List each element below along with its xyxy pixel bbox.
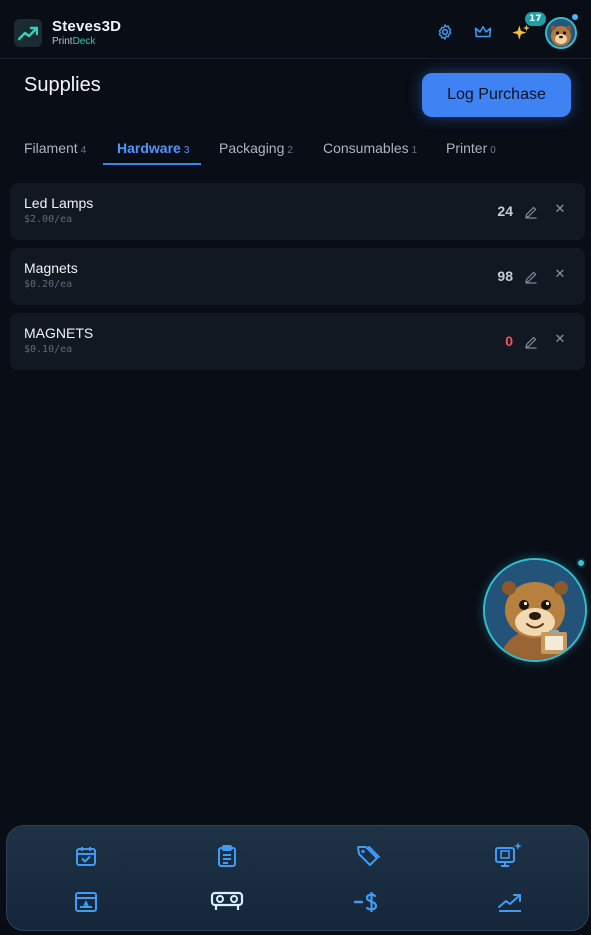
item-price: $0.10/ea [24,344,73,355]
avatar[interactable] [545,17,577,49]
tab-count: 0 [490,145,496,156]
printer-board-icon[interactable] [70,886,102,918]
tab-count: 1 [411,145,418,156]
tab-label: Hardware [117,140,181,156]
tab-count: 4 [80,145,87,156]
category-tabs: Filament 4 Hardware 3 Packaging 2 Consumabl… [0,130,591,166]
sparkles-icon[interactable] [511,23,531,43]
brand-name: Steves3D [52,18,122,35]
app-header: Steves3D PrintDeck 17 [0,0,591,59]
tab-count: 2 [287,145,293,156]
tab-filament[interactable]: Filament 4 [24,140,86,166]
tab-label: Packaging [219,140,285,156]
list-item[interactable]: Led Lamps $2.00/ea 24 ✕ [10,183,585,240]
tab-count: 3 [183,145,190,156]
item-quantity: 24 [497,203,513,219]
minus-dollar-icon[interactable] [352,886,382,918]
brand-sub-prefix: Print [52,36,73,47]
clipboard-list-icon[interactable] [211,840,243,872]
pencil-icon[interactable] [524,269,538,284]
crown-icon[interactable] [473,22,493,42]
tab-packaging[interactable]: Packaging 2 [219,140,293,166]
close-icon[interactable]: ✕ [553,202,567,218]
item-name: MAGNETS [24,325,94,341]
tab-printer[interactable]: Printer 0 [446,140,496,166]
item-name: Magnets [24,260,78,276]
tab-label: Filament [24,140,78,156]
item-quantity: 0 [505,333,513,349]
active-tab-indicator [103,163,201,165]
close-icon[interactable]: ✕ [553,332,567,348]
spool-icon[interactable] [207,885,247,917]
item-price: $0.20/ea [24,279,73,290]
log-purchase-button[interactable]: Log Purchase [422,73,571,117]
bottom-navigation [6,825,589,931]
gear-icon[interactable] [435,22,455,42]
tab-consumables[interactable]: Consumables 1 [323,140,417,166]
trending-up-icon[interactable] [494,886,526,918]
app-root: Steves3D PrintDeck 17 Supplies Log Purch… [0,0,591,935]
item-name: Led Lamps [24,195,94,211]
brand-sub-accent: Deck [72,36,96,47]
tags-icon[interactable] [352,839,384,871]
tab-label: Printer [446,140,488,156]
monitor-sparkle-icon[interactable] [492,839,524,871]
close-icon[interactable]: ✕ [553,267,567,283]
item-price: $2.00/ea [24,214,73,225]
list-item[interactable]: MAGNETS $0.10/ea 0 ✕ [10,313,585,370]
trending-up-icon[interactable] [14,19,42,47]
tab-label: Consumables [323,140,409,156]
notification-badge: 17 [525,12,546,26]
assistant-avatar-button[interactable] [483,558,587,662]
item-quantity: 98 [497,268,513,284]
online-status-dot [572,14,578,20]
brand-subtitle: PrintDeck [52,36,95,47]
list-item[interactable]: Magnets $0.20/ea 98 ✕ [10,248,585,305]
assistant-status-dot [576,558,586,568]
pencil-icon[interactable] [524,204,538,219]
calendar-check-icon[interactable] [70,840,102,872]
pencil-icon[interactable] [524,334,538,349]
page-title: Supplies [24,74,101,96]
